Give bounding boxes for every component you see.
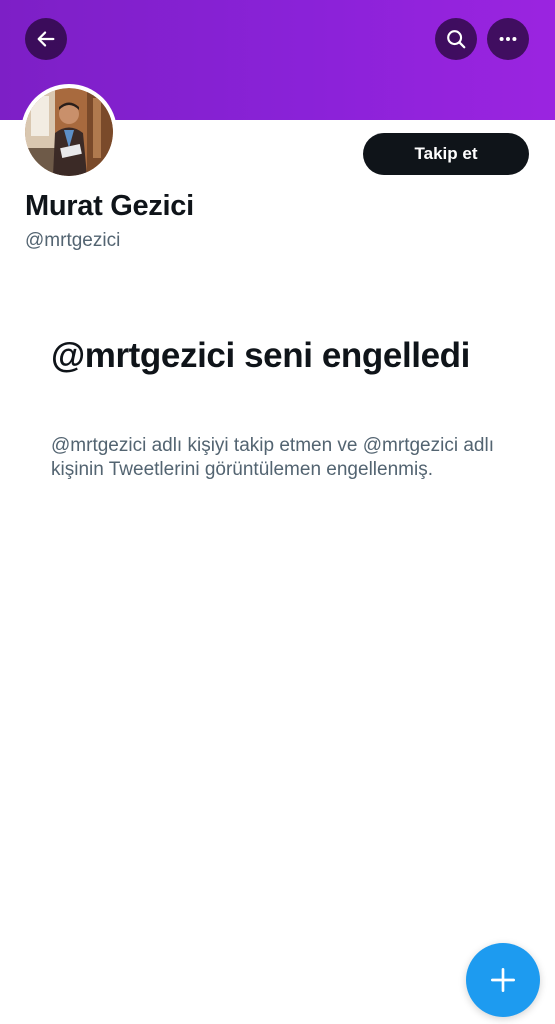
more-horizontal-icon bbox=[499, 36, 517, 42]
more-options-button[interactable] bbox=[487, 18, 529, 60]
compose-button[interactable] bbox=[466, 943, 540, 1017]
search-icon bbox=[447, 30, 466, 49]
follow-button[interactable]: Takip et bbox=[363, 133, 529, 175]
avatar[interactable] bbox=[21, 84, 117, 180]
avatar-image bbox=[25, 88, 113, 176]
back-button[interactable] bbox=[25, 18, 67, 60]
plus-icon bbox=[491, 968, 515, 992]
profile-page: Takip et Murat Gezici @mrtgezici @mrtgez… bbox=[0, 0, 555, 1024]
blocked-title: @mrtgezici seni engelledi bbox=[51, 336, 470, 375]
blocked-description: @mrtgezici adlı kişiyi takip etmen ve @m… bbox=[51, 435, 494, 480]
display-name: Murat Gezici bbox=[25, 190, 194, 222]
arrow-left-icon bbox=[37, 31, 55, 47]
search-button[interactable] bbox=[435, 18, 477, 60]
user-handle: @mrtgezici bbox=[25, 230, 121, 251]
